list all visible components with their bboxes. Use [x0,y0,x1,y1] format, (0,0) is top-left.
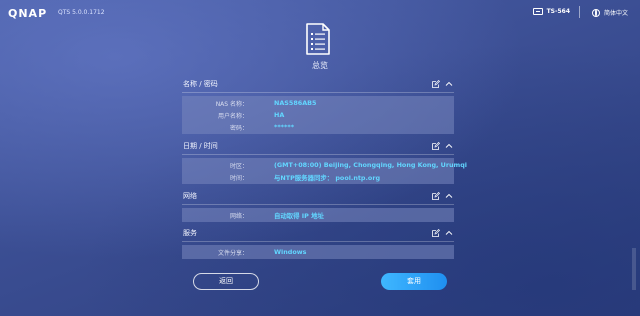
language-selector[interactable]: 简体中文 [591,8,628,17]
row-value: HA [274,111,285,119]
chevron-up-icon[interactable] [445,192,453,200]
section-body: 时区： (GMT+08:00) Beijing, Chongqing, Hong… [182,158,467,184]
row-label: 网络： [229,213,248,220]
firmware-version: QTS 5.0.0.1712 [58,9,105,16]
section-body: NAS 名称： NAS586AB5 用户名称： HA 密码： ****** [182,96,454,134]
row-password: 密码： ****** [182,121,454,133]
top-bar: QNAP QTS 5.0.0.1712 TS-564 简体中文 [0,0,640,24]
qnap-logo: QNAP [8,7,48,20]
scroll-edge [632,248,636,290]
back-button[interactable]: 返回 [193,273,259,290]
row-label: 文件分享： [217,250,248,257]
section-header: 网络 [182,190,454,205]
section-title: 日期 / 时间 [183,142,218,150]
row-nas-name: NAS 名称： NAS586AB5 [182,97,454,109]
pencil-square-icon[interactable] [432,229,440,237]
row-label: 用户名称： [217,113,248,120]
row-value: NAS586AB5 [274,99,317,107]
nas-device-icon [532,8,543,15]
row-label: 密码： [229,125,248,132]
section-services: 服务 文件分享： Windows [182,227,454,259]
section-name-password: 名称 / 密码 NAS 名称： NAS586AB5 用户名称： HA 密码： *… [182,78,454,134]
section-body: 文件分享： Windows [182,245,454,259]
section-title: 名称 / 密码 [183,80,218,88]
topbar-divider [579,6,580,18]
page-title: 总览 [312,61,328,70]
chevron-up-icon[interactable] [445,142,453,150]
row-label: NAS 名称： [215,101,248,108]
device-model-label: TS-564 [546,8,570,15]
pencil-square-icon[interactable] [432,142,440,150]
section-date-time: 日期 / 时间 时区： (GMT+08:00) Beijing, Chongqi… [182,140,467,184]
row-username: 用户名称： HA [182,109,454,121]
apply-button[interactable]: 套用 [381,273,447,290]
row-file-sharing: 文件分享： Windows [182,246,454,258]
section-header: 名称 / 密码 [182,78,454,93]
section-title: 网络 [183,192,197,200]
chevron-up-icon[interactable] [445,229,453,237]
section-header: 日期 / 时间 [182,140,454,155]
pencil-square-icon[interactable] [432,192,440,200]
chevron-up-icon[interactable] [445,80,453,88]
section-body: 网络： 自动取得 IP 地址 [182,208,454,222]
row-value: Windows [274,248,307,256]
language-label: 简体中文 [603,10,628,17]
row-label: 时间： [229,175,248,182]
section-network: 网络 网络： 自动取得 IP 地址 [182,190,454,222]
row-value: ****** [274,123,295,131]
row-timezone: 时区： (GMT+08:00) Beijing, Chongqing, Hong… [182,159,467,171]
row-value: 自动取得 IP 地址 [274,212,324,220]
row-network: 网络： 自动取得 IP 地址 [182,209,454,221]
device-model[interactable]: TS-564 [532,8,570,15]
row-label: 时区： [229,163,248,170]
section-title: 服务 [183,229,197,237]
row-value: (GMT+08:00) Beijing, Chongqing, Hong Kon… [274,161,467,169]
row-value: 与NTP服务器同步： pool.ntp.org [274,174,381,182]
document-list-icon [306,23,330,55]
row-time: 时间： 与NTP服务器同步： pool.ntp.org [182,171,454,183]
section-header: 服务 [182,227,454,242]
pencil-square-icon[interactable] [432,80,440,88]
globe-icon [591,8,600,17]
